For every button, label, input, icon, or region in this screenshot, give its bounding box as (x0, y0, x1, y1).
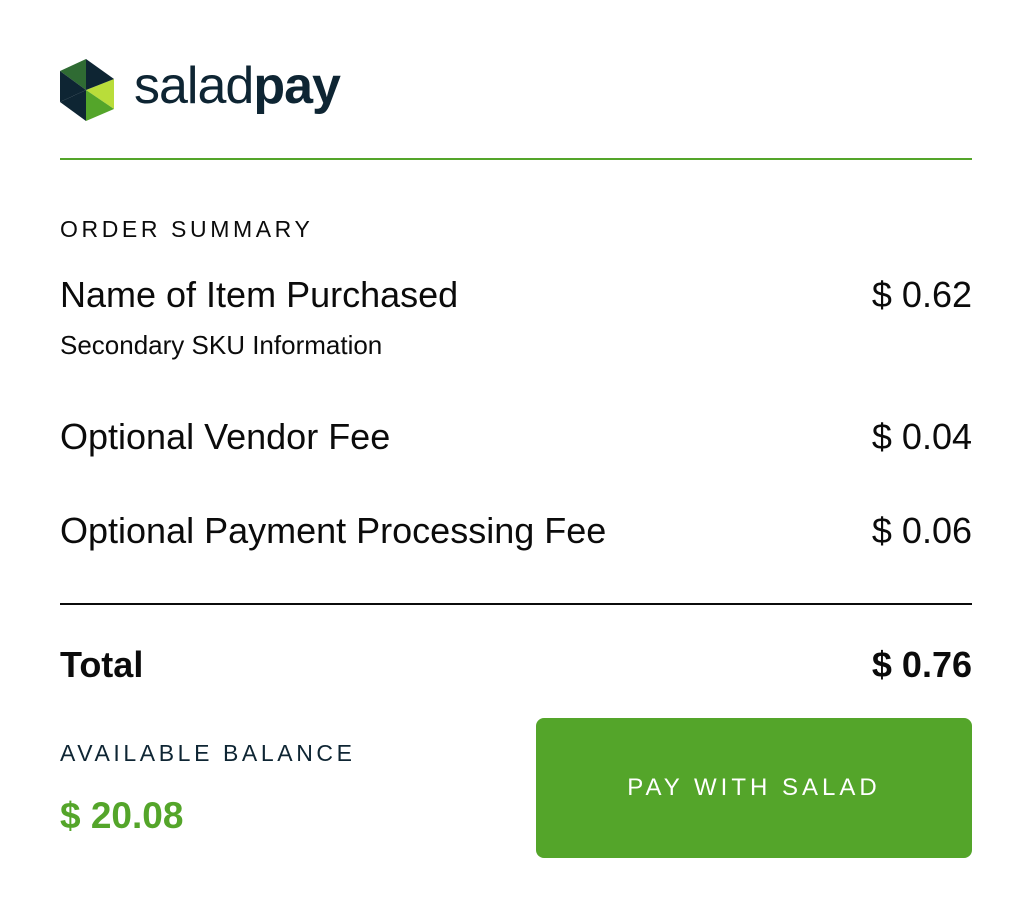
available-balance-value: $ 20.08 (60, 795, 184, 836)
checkout-card: saladpay ORDER SUMMARY Name of Item Purc… (60, 0, 972, 924)
total-amount: $ 0.76 (871, 644, 972, 685)
total-label: Total (60, 644, 144, 685)
processing-fee-row: Optional Payment Processing Fee $ 0.06 (60, 510, 972, 552)
saladpay-logo-icon (60, 59, 114, 121)
header-divider (60, 158, 972, 160)
vendor-fee-label: Optional Vendor Fee (60, 416, 391, 457)
processing-fee-amount: $ 0.06 (871, 510, 972, 551)
total-divider (60, 603, 972, 605)
item-amount: $ 0.62 (871, 274, 972, 315)
wordmark-pay: pay (253, 57, 341, 115)
order-summary-title: ORDER SUMMARY (60, 216, 314, 242)
processing-fee-label: Optional Payment Processing Fee (60, 510, 607, 551)
vendor-fee-amount: $ 0.04 (871, 416, 972, 457)
pay-with-salad-button[interactable]: PAY WITH SALAD (536, 718, 972, 858)
saladpay-wordmark: saladpay (134, 57, 341, 115)
wordmark-salad: salad (134, 57, 254, 115)
vendor-fee-row: Optional Vendor Fee $ 0.04 (60, 416, 972, 458)
item-name: Name of Item Purchased (60, 274, 459, 315)
line-item-row: Name of Item Purchased $ 0.62 (60, 274, 972, 316)
available-balance-label: AVAILABLE BALANCE (60, 740, 356, 766)
item-sku: Secondary SKU Information (60, 330, 383, 360)
brand-header: saladpay (60, 57, 341, 122)
total-row: Total $ 0.76 (60, 644, 972, 686)
